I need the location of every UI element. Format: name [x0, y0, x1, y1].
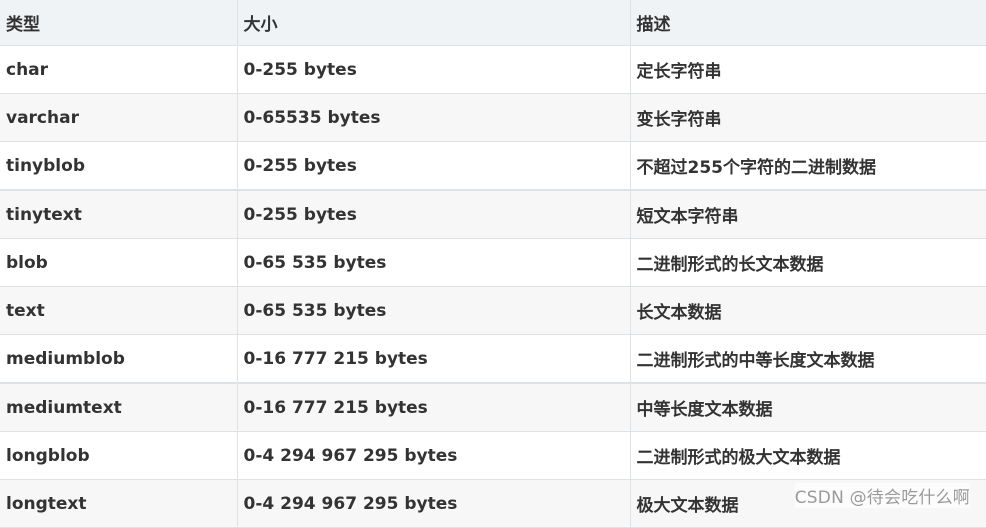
cell-size: 0-65 535 bytes: [237, 239, 630, 287]
cell-type: mediumtext: [0, 383, 237, 432]
cell-size: 0-16 777 215 bytes: [237, 383, 630, 432]
cell-size: 0-255 bytes: [237, 142, 630, 191]
cell-desc: 长文本数据: [630, 287, 986, 335]
table-row: varchar 0-65535 bytes 变长字符串: [0, 94, 986, 142]
table-body: char 0-255 bytes 定长字符串 varchar 0-65535 b…: [0, 46, 986, 528]
cell-type: mediumblob: [0, 335, 237, 384]
cell-desc: 中等长度文本数据: [630, 383, 986, 432]
cell-size: 0-16 777 215 bytes: [237, 335, 630, 384]
cell-type: char: [0, 46, 237, 94]
header-desc: 描述: [630, 0, 986, 46]
cell-type: longtext: [0, 480, 237, 528]
table-row: text 0-65 535 bytes 长文本数据: [0, 287, 986, 335]
cell-type: text: [0, 287, 237, 335]
cell-desc: 二进制形式的中等长度文本数据: [630, 335, 986, 384]
cell-size: 0-65 535 bytes: [237, 287, 630, 335]
cell-type: longblob: [0, 432, 237, 480]
header-type: 类型: [0, 0, 237, 46]
data-types-table: 类型 大小 描述 char 0-255 bytes 定长字符串 varchar …: [0, 0, 986, 528]
cell-desc: 定长字符串: [630, 46, 986, 94]
header-row: 类型 大小 描述: [0, 0, 986, 46]
table-row: mediumtext 0-16 777 215 bytes 中等长度文本数据: [0, 383, 986, 432]
table-row: char 0-255 bytes 定长字符串: [0, 46, 986, 94]
table-row: mediumblob 0-16 777 215 bytes 二进制形式的中等长度…: [0, 335, 986, 384]
cell-size: 0-4 294 967 295 bytes: [237, 480, 630, 528]
cell-desc: 二进制形式的长文本数据: [630, 239, 986, 287]
cell-desc: 不超过255个字符的二进制数据: [630, 142, 986, 191]
table-header: 类型 大小 描述: [0, 0, 986, 46]
cell-size: 0-255 bytes: [237, 190, 630, 239]
cell-type: blob: [0, 239, 237, 287]
cell-type: varchar: [0, 94, 237, 142]
cell-desc: 变长字符串: [630, 94, 986, 142]
cell-type: tinyblob: [0, 142, 237, 191]
header-size: 大小: [237, 0, 630, 46]
cell-type: tinytext: [0, 190, 237, 239]
cell-desc: 二进制形式的极大文本数据: [630, 432, 986, 480]
table-row: tinyblob 0-255 bytes 不超过255个字符的二进制数据: [0, 142, 986, 191]
table-row: blob 0-65 535 bytes 二进制形式的长文本数据: [0, 239, 986, 287]
cell-size: 0-255 bytes: [237, 46, 630, 94]
cell-size: 0-4 294 967 295 bytes: [237, 432, 630, 480]
csdn-watermark: CSDN @待会吃什么啊: [795, 483, 970, 508]
cell-size: 0-65535 bytes: [237, 94, 630, 142]
table-row: tinytext 0-255 bytes 短文本字符串: [0, 190, 986, 239]
table-row: longblob 0-4 294 967 295 bytes 二进制形式的极大文…: [0, 432, 986, 480]
cell-desc: 短文本字符串: [630, 190, 986, 239]
